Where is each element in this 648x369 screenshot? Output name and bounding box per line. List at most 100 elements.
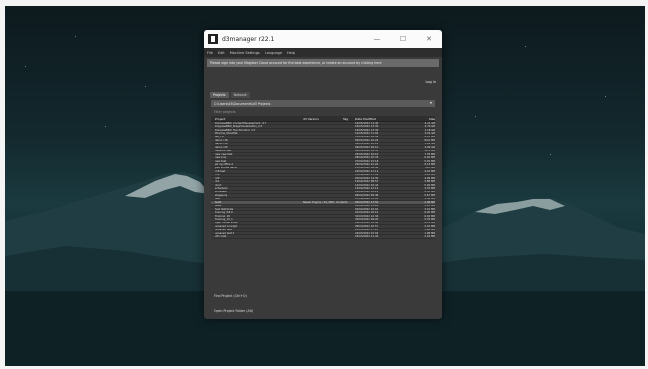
row-project-name: DisguiseBRD_TouchControl_r17 — [215, 128, 256, 132]
row-date-modified: 11/05/2022 16:42 — [355, 135, 379, 139]
row-date-modified: 05/04/2022 11:26 — [355, 204, 379, 208]
row-date-modified: 20/04/2022 14:30 — [355, 177, 379, 180]
row-size: 4.89 GB — [424, 146, 435, 149]
table-body: DisguiseBRD_ContentManagement_r17 16/05/2… — [211, 122, 435, 239]
row-size: 12.5 MB — [424, 149, 435, 153]
row-size: 6.02 MB — [424, 156, 435, 160]
row-size: 2.01 MB — [424, 225, 435, 228]
row-size: 4.22 MB — [424, 173, 435, 177]
row-date-modified: 09/05/2022 10:24 — [355, 142, 379, 146]
row-size: 4.21 GB — [424, 122, 435, 125]
row-date-modified: 24/03/2022 15:02 — [355, 232, 379, 235]
row-date-modified: 25/03/2022 17:23 — [355, 228, 379, 232]
row-project-name: network test — [215, 149, 232, 153]
row-date-modified: 05/05/2022 14:55 — [355, 149, 379, 153]
d3manager-window: d3manager r22.1 — ☐ ✕ File Edit Machine … — [204, 30, 442, 319]
row-size: 5.76 MB — [424, 218, 435, 221]
row-date-modified: 19/04/2022 08:57 — [355, 180, 379, 184]
row-project-name: new proj — [215, 156, 227, 160]
minimize-button[interactable]: — — [364, 35, 390, 43]
row-size: 1.18 GB — [424, 128, 435, 132]
row-project-name: rb1 — [215, 180, 220, 184]
row-project-name: demo r19 — [215, 142, 228, 146]
row-project-name: api_r17 — [215, 135, 225, 139]
close-button[interactable]: ✕ — [416, 35, 442, 43]
menu-help[interactable]: Help — [287, 51, 295, 55]
row-size: 6.02 MB — [424, 214, 435, 218]
table-row[interactable]: vfhc test 23/03/2022 11:44 2.44 MB — [211, 235, 435, 239]
row-size: 4.55 MB — [424, 190, 435, 194]
tab-network[interactable]: Network — [230, 92, 250, 98]
row-size: 2.44 MB — [424, 235, 435, 239]
maximize-button[interactable]: ☐ — [390, 35, 416, 43]
row-size: 2.98 MB — [424, 201, 435, 204]
project-folder-select[interactable]: C:\Users\d3\Documents\d3 Projects — [211, 100, 435, 107]
row-size: 5.04 MB — [424, 183, 435, 187]
row-size: 84.0 MB — [424, 139, 435, 142]
row-version: Newer Engine, r19_ORD, Contents — [303, 201, 348, 204]
row-date-modified: 03/05/2022 16:10 — [355, 152, 379, 156]
col-tag[interactable]: Tag — [343, 117, 355, 121]
row-size: 3.12 MB — [424, 204, 435, 208]
row-size: 7.33 MB — [424, 152, 435, 156]
row-date-modified: 23/03/2022 11:44 — [355, 235, 379, 239]
row-date-modified: 28/04/2022 10:33 — [355, 156, 379, 160]
menu-machine-settings[interactable]: Machine Settings — [230, 51, 260, 55]
row-size: 5.02 GB — [424, 142, 435, 146]
window-title: d3manager r22.1 — [222, 35, 275, 43]
filter-projects-input[interactable]: Filter projects — [214, 110, 236, 114]
row-project-name: r19 — [215, 173, 220, 177]
title-bar[interactable]: d3manager r22.1 — ☐ ✕ — [204, 30, 442, 48]
row-project-name: demo r20 — [215, 146, 228, 149]
col-version[interactable]: d3 Version — [303, 117, 343, 121]
row-date-modified: 12/05/2022 11:02 — [355, 132, 379, 136]
col-size[interactable]: Size — [405, 117, 435, 121]
row-project-name: r20 — [215, 177, 220, 180]
row-date-modified: 16/05/2022 13:40 — [355, 122, 379, 125]
row-date-modified: 29/03/2022 14:40 — [355, 221, 379, 225]
row-date-modified: 14/04/2022 16:44 — [355, 183, 379, 187]
row-size: 6.20 MB — [424, 211, 435, 215]
row-size: 3.01 GB — [424, 132, 435, 136]
row-date-modified: 21/04/2022 17:02 — [355, 173, 379, 177]
menu-file[interactable]: File — [207, 51, 213, 55]
row-date-modified: 16/05/2022 13:39 — [355, 128, 379, 132]
menu-bar: File Edit Machine Settings Language Help — [204, 48, 442, 57]
row-size: 1.96 MB — [424, 228, 435, 232]
tab-projects[interactable]: Projects — [210, 92, 229, 98]
row-size: 3.30 MB — [424, 197, 435, 201]
row-date-modified: 22/04/2022 11:11 — [355, 170, 379, 173]
row-date-modified: 06/04/2022 13:50 — [355, 201, 379, 204]
row-date-modified: 06/05/2022 09:10 — [355, 146, 379, 149]
row-project-name: DisguiseBRD_StageVisualisation_r17 — [215, 125, 263, 129]
col-modified[interactable]: Date Modified — [355, 117, 405, 121]
row-size: 8.11 MB — [424, 221, 435, 225]
row-date-modified: 30/03/2022 09:20 — [355, 218, 379, 221]
col-project[interactable]: Project — [211, 117, 303, 121]
row-size: 3.88 MB — [424, 180, 435, 184]
row-date-modified: 25/04/2022 09:40 — [355, 166, 379, 170]
menu-edit[interactable]: Edit — [218, 51, 225, 55]
row-date-modified: 27/04/2022 15:18 — [355, 159, 379, 163]
row-project-name: Training_19_1 — [215, 218, 233, 221]
row-date-modified: 04/04/2022 10:01 — [355, 207, 379, 211]
row-project-name: new test — [215, 159, 227, 163]
row-date-modified: 26/04/2022 12:20 — [355, 163, 379, 166]
row-project-name: unsaved test — [215, 228, 232, 232]
menu-language[interactable]: Language — [265, 51, 282, 55]
row-project-name: vfhc test — [215, 235, 227, 239]
login-button[interactable]: Log in — [425, 80, 436, 84]
open-project-folder-link[interactable]: Open Project Folder (Alt) — [214, 309, 253, 313]
row-project-name: test — [215, 197, 220, 201]
project-table: Project d3 Version Tag Date Modified Siz… — [211, 116, 435, 239]
row-size: 9.13 MB — [424, 163, 435, 166]
row-date-modified: 16/05/2022 13:39 — [355, 125, 379, 129]
row-date-modified: 07/04/2022 15:05 — [355, 197, 379, 201]
row-project-name: scheduler — [215, 187, 228, 191]
row-size: 2.21 MB — [424, 135, 435, 139]
signin-banner[interactable]: Please sign into your Magister Cloud acc… — [207, 59, 439, 67]
row-project-name: test1 — [215, 201, 222, 204]
row-date-modified: 08/04/2022 09:48 — [355, 194, 379, 197]
row-size: 3.76 MB — [424, 187, 435, 191]
find-project-link[interactable]: Find Project (Ctrl+O) — [214, 294, 247, 298]
